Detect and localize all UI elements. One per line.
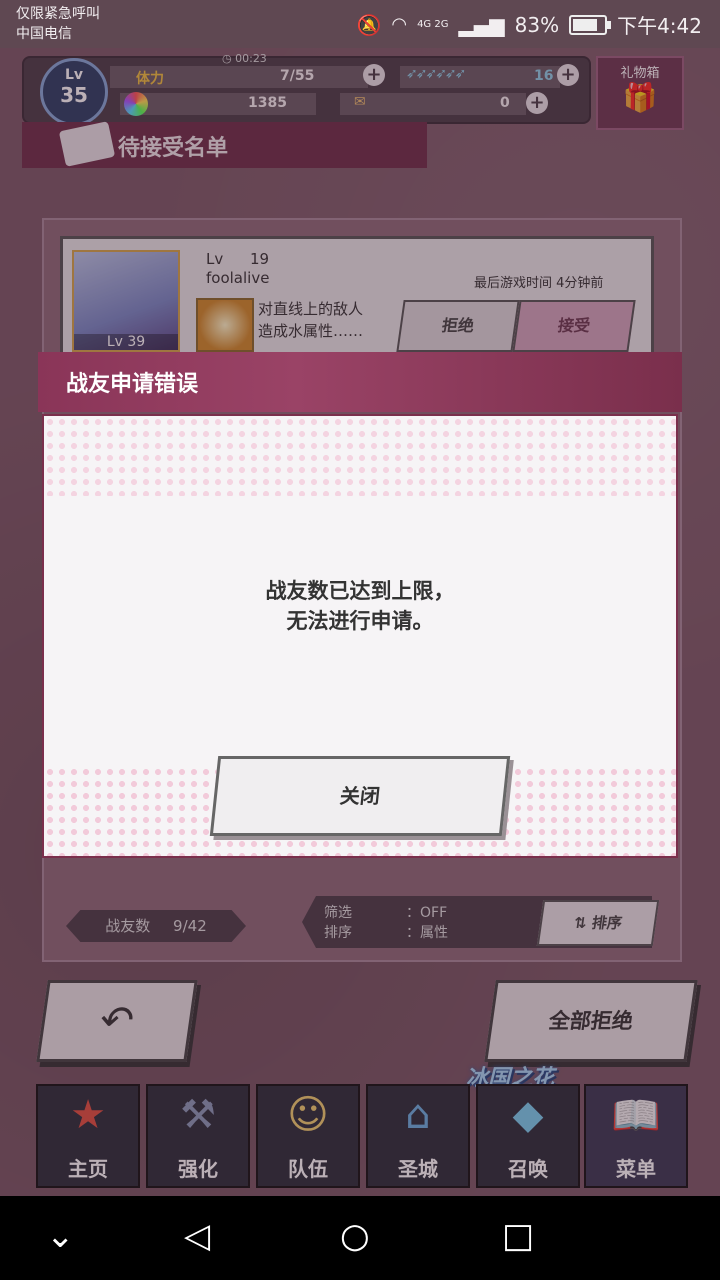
back-icon[interactable]: ◁ — [184, 1216, 210, 1256]
battery-percent: 83% — [514, 12, 560, 37]
network-type: 4G 2G — [417, 19, 449, 30]
mute-icon: 🔕 — [356, 12, 382, 37]
signal-icon: ▂▄▆ — [458, 12, 505, 37]
status-carrier-text: 中国电信 — [16, 26, 72, 42]
home-circle-icon[interactable]: ○ — [340, 1216, 370, 1256]
close-button[interactable]: 关闭 — [209, 756, 511, 836]
dialog-message-line2: 无法进行申请。 — [286, 609, 434, 633]
status-bar: 仅限紧急呼叫 中国电信 🔕 ◠ 4G 2G ▂▄▆ 83% 下午4:42 — [0, 0, 720, 48]
dialog-message: 战友数已达到上限， 无法进行申请。 — [44, 576, 676, 636]
recents-icon[interactable]: □ — [502, 1216, 534, 1256]
dialog-title: 战友申请错误 — [66, 372, 199, 397]
status-emergency-text: 仅限紧急呼叫 — [16, 6, 100, 22]
dialog-message-line1: 战友数已达到上限， — [265, 579, 455, 603]
wifi-icon: ◠ — [391, 14, 408, 35]
clock: 下午4:42 — [617, 14, 702, 38]
decor-dots-top — [44, 416, 676, 496]
battery-icon — [569, 14, 612, 35]
hide-keyboard-icon[interactable]: ⌄ — [46, 1216, 75, 1256]
dialog-header: 战友申请错误 — [38, 352, 682, 412]
system-nav-bar: ⌄ ◁ ○ □ — [0, 1196, 720, 1280]
